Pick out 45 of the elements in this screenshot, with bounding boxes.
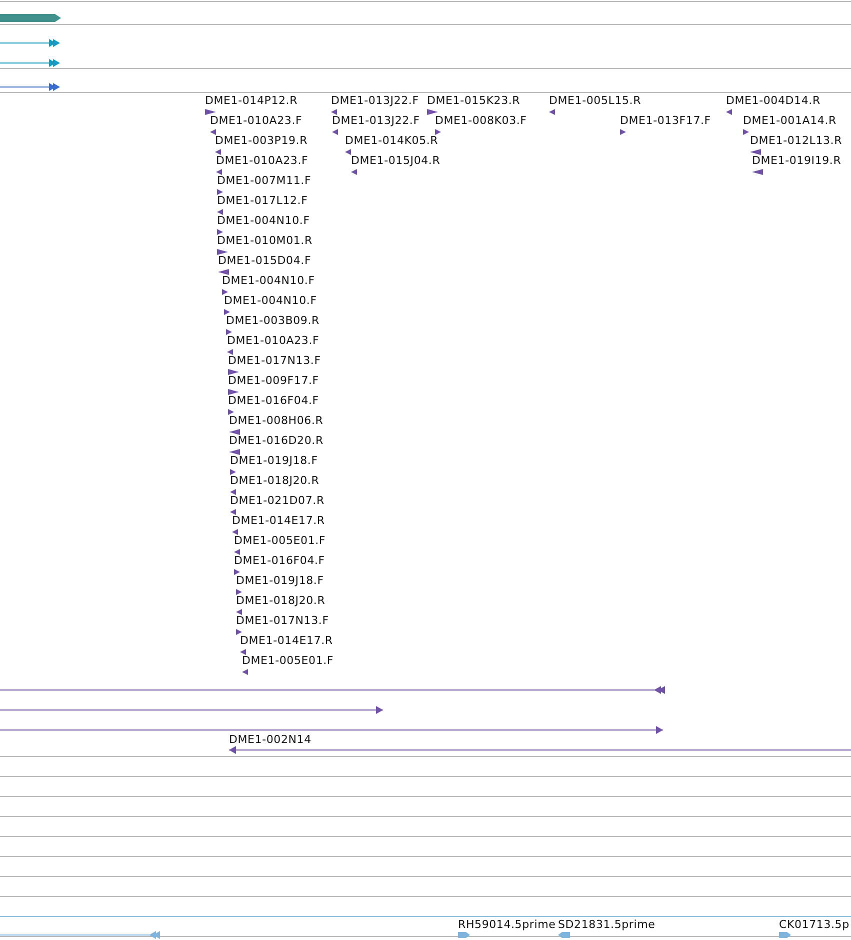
clone-label: DME1-014K05.R	[345, 134, 438, 148]
clone-label: DME1-019J18.F	[230, 454, 318, 468]
clone-label: DME1-005E01.F	[234, 534, 326, 548]
clone-label: DME1-013F17.F	[620, 114, 711, 128]
clone-label: DME1-019I19.R	[752, 154, 842, 168]
clone-label: DME1-013J22.F	[332, 114, 420, 128]
clone-label: DME1-017L12.F	[217, 194, 308, 208]
clone-label: DME1-004D14.R	[726, 94, 820, 108]
clone-label: DME1-003B09.R	[226, 314, 320, 328]
clone-label: DME1-010A23.F	[210, 114, 302, 128]
clone-label: DME1-015K23.R	[427, 94, 520, 108]
clone-label: DME1-013J22.F	[331, 94, 419, 108]
clone-label: DME1-004N10.F	[217, 214, 310, 228]
clone-label: DME1-012L13.R	[750, 134, 842, 148]
clone-label: DME1-017N13.F	[236, 614, 329, 628]
clone-label: DME1-016F04.F	[228, 394, 319, 408]
clone-label: DME1-021D07.R	[230, 494, 324, 508]
clone-label: DME1-010A23.F	[227, 334, 320, 348]
clone-label: DME1-001A14.R	[743, 114, 836, 128]
clone-label: DME1-010M01.R	[217, 234, 312, 248]
clone-label: DME1-008H06.R	[229, 414, 324, 428]
clone-label: DME1-016D20.R	[229, 434, 324, 448]
clone-label: DME1-018J20.R	[236, 594, 326, 608]
clone-label: DME1-017N13.F	[228, 354, 321, 368]
clone-label: DME1-004N10.F	[222, 274, 315, 288]
est-label: CK01713.5p	[779, 918, 850, 932]
est-label: RH59014.5prime	[458, 918, 556, 932]
clone-label: DME1-005E01.F	[242, 654, 334, 668]
alignment-label: DME1-002N14	[229, 733, 312, 747]
clone-label: DME1-003P19.R	[215, 134, 308, 148]
clone-label: DME1-014P12.R	[205, 94, 298, 108]
clone-label: DME1-008K03.F	[435, 114, 527, 128]
clone-label: DME1-018J20.R	[230, 474, 320, 488]
clone-label: DME1-009F17.F	[228, 374, 319, 388]
clone-label: DME1-004N10.F	[224, 294, 317, 308]
clone-label: DME1-019J18.F	[236, 574, 324, 588]
clone-label: DME1-015J04.R	[351, 154, 440, 168]
clone-label: DME1-007M11.F	[217, 174, 312, 188]
est-label: SD21831.5prime	[558, 918, 656, 932]
clone-label: DME1-010A23.F	[216, 154, 308, 168]
clone-label: DME1-014E17.R	[240, 634, 333, 648]
clone-label: DME1-016F04.F	[234, 554, 325, 568]
clone-label: DME1-005L15.R	[549, 94, 642, 108]
clone-label: DME1-014E17.R	[232, 514, 325, 528]
clone-label: DME1-015D04.F	[218, 254, 312, 268]
